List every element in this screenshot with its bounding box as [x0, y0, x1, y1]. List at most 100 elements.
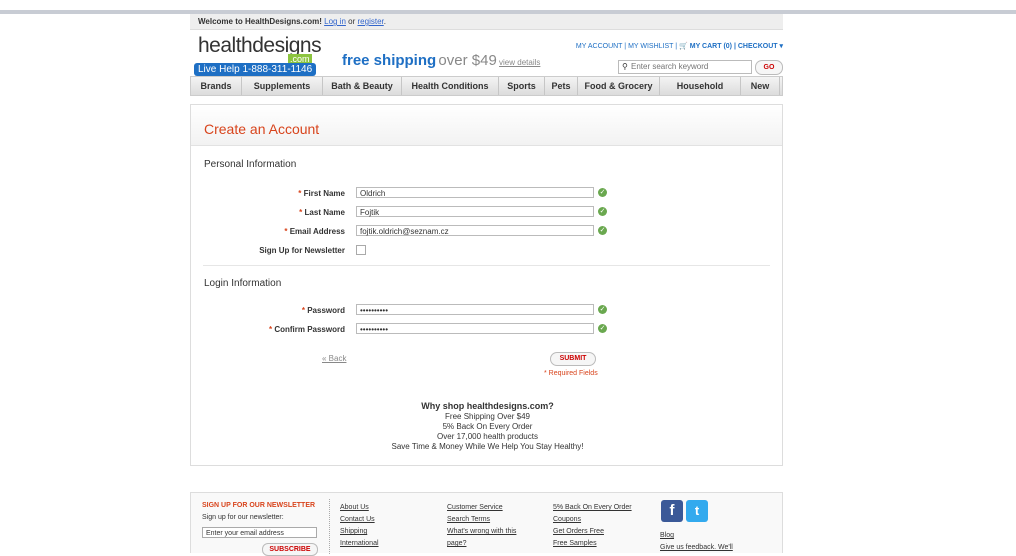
free-shipping-promo: free shipping over $49 view details	[342, 52, 540, 69]
search-input[interactable]	[631, 61, 747, 72]
checkout-link[interactable]: CHECKOUT ▾	[738, 43, 783, 50]
live-help-badge[interactable]: Live Help 1-888-311-1146	[194, 63, 317, 76]
page-title: Create an Account	[204, 121, 320, 137]
footer-link[interactable]: Search Terms	[447, 514, 516, 526]
main-nav: Brands Supplements Bath & Beauty Health …	[190, 76, 783, 96]
first-name-label-text: First Name	[303, 189, 345, 198]
email-field[interactable]: fojtik.oldrich@seznam.cz	[356, 225, 594, 236]
required-marker: *	[298, 189, 302, 198]
view-details-link[interactable]: view details	[499, 58, 540, 67]
footer-link[interactable]: page?	[447, 538, 516, 550]
required-marker: *	[268, 325, 273, 334]
newsletter-label: Sign Up for Newsletter	[259, 246, 345, 255]
nav-household[interactable]: Household	[660, 77, 741, 95]
nav-bath-beauty[interactable]: Bath & Beauty	[323, 77, 402, 95]
required-marker: *	[284, 227, 288, 236]
blog-link[interactable]: Blog	[660, 530, 733, 542]
personal-info-heading: Personal Information	[204, 159, 297, 170]
search-icon: ⚲	[622, 62, 628, 71]
login-info-heading: Login Information	[204, 278, 282, 289]
password-field[interactable]: ••••••••••	[356, 304, 594, 315]
create-account-panel: Create an Account Personal Information *…	[190, 104, 783, 466]
first-name-field[interactable]: Oldrich	[356, 187, 594, 198]
nav-brands[interactable]: Brands	[191, 77, 242, 95]
nav-health-conditions[interactable]: Health Conditions	[402, 77, 499, 95]
required-fields-note: * Required Fields	[544, 370, 598, 377]
divider	[329, 499, 331, 554]
check-icon: ✓	[598, 188, 607, 197]
check-icon: ✓	[598, 207, 607, 216]
search-box: ⚲	[618, 60, 752, 74]
promo-rest: over $49	[438, 52, 497, 69]
why-line: Free Shipping Over $49	[445, 412, 530, 421]
footer-column-1: About Us Contact Us Shipping Internation…	[340, 502, 379, 550]
submit-button[interactable]: SUBMIT	[550, 352, 596, 366]
nav-food-grocery[interactable]: Food & Grocery	[578, 77, 660, 95]
email-label: * Email Address	[195, 227, 345, 236]
footer-link[interactable]: Free Samples	[553, 538, 632, 550]
why-shop-title: Why shop healthdesigns.com?	[421, 401, 554, 411]
subscribe-button[interactable]: SUBSCRIBE	[262, 543, 318, 556]
nav-sports[interactable]: Sports	[499, 77, 545, 95]
confirm-password-label-text: Confirm Password	[274, 325, 345, 334]
footer-link[interactable]: Coupons	[553, 514, 632, 526]
page-wrapper: Welcome to HealthDesigns.com! Log in or …	[190, 14, 783, 556]
footer-link[interactable]: What's wrong with this	[447, 526, 516, 538]
twitter-icon[interactable]: t	[686, 500, 708, 522]
footer-link[interactable]: Contact Us	[340, 514, 379, 526]
divider	[203, 265, 770, 266]
nav-supplements[interactable]: Supplements	[242, 77, 323, 95]
footer: SIGN UP FOR OUR NEWSLETTER Sign up for o…	[190, 492, 783, 556]
header: healthdesigns .com Live Help 1-888-311-1…	[190, 30, 783, 76]
required-marker: *	[301, 306, 305, 315]
email-label-text: Email Address	[289, 227, 345, 236]
go-button[interactable]: GO	[755, 60, 783, 75]
welcome-text: Welcome to HealthDesigns.com!	[198, 17, 322, 26]
footer-link[interactable]: About Us	[340, 502, 379, 514]
separator: |	[624, 43, 627, 50]
why-line: Over 17,000 health products	[437, 432, 538, 441]
first-name-label: * First Name	[195, 189, 345, 198]
welcome-bar: Welcome to HealthDesigns.com! Log in or …	[190, 14, 783, 30]
nav-new[interactable]: New	[741, 77, 780, 95]
why-line: Save Time & Money While We Help You Stay…	[391, 442, 584, 451]
login-link[interactable]: Log in	[324, 17, 346, 26]
separator: |	[733, 43, 736, 50]
or-text: or	[348, 17, 356, 26]
check-icon: ✓	[598, 324, 607, 333]
facebook-icon[interactable]: f	[661, 500, 683, 522]
cart-icon: 🛒	[679, 43, 688, 50]
newsletter-email-input[interactable]: Enter your email address	[202, 527, 317, 538]
account-links: MY ACCOUNT | MY WISHLIST | 🛒 MY CART (0)…	[576, 42, 783, 50]
my-cart-link[interactable]: MY CART (0)	[690, 43, 732, 50]
footer-link[interactable]: International	[340, 538, 379, 550]
footer-link[interactable]: 5% Back On Every Order	[553, 502, 632, 514]
footer-column-3: 5% Back On Every Order Coupons Get Order…	[553, 502, 632, 550]
nav-pets[interactable]: Pets	[545, 77, 578, 95]
footer-link[interactable]: Shipping	[340, 526, 379, 538]
check-icon: ✓	[598, 305, 607, 314]
back-link[interactable]: « Back	[322, 354, 346, 363]
newsletter-title: SIGN UP FOR OUR NEWSLETTER	[202, 502, 316, 509]
last-name-field[interactable]: Fojtik	[356, 206, 594, 217]
footer-link[interactable]: Customer Service	[447, 502, 516, 514]
footer-column-2: Customer Service Search Terms What's wro…	[447, 502, 516, 550]
password-label: * Password	[195, 306, 345, 315]
period: .	[383, 17, 386, 26]
why-line: 5% Back On Every Order	[442, 422, 533, 431]
newsletter-checkbox[interactable]	[356, 245, 366, 255]
feedback-link[interactable]: Give us feedback. We'll	[660, 542, 733, 554]
register-link[interactable]: register	[358, 17, 384, 26]
logo[interactable]: healthdesigns .com Live Help 1-888-311-1…	[194, 34, 322, 76]
footer-right-links: Blog Give us feedback. We'll	[660, 530, 733, 554]
promo-strong: free shipping	[342, 52, 437, 69]
separator: |	[675, 43, 678, 50]
newsletter-subtitle: Sign up for our newsletter:	[202, 514, 284, 521]
required-marker: *	[299, 208, 303, 217]
my-account-link[interactable]: MY ACCOUNT	[576, 43, 622, 50]
last-name-label: * Last Name	[195, 208, 345, 217]
confirm-password-field[interactable]: ••••••••••	[356, 323, 594, 334]
footer-link[interactable]: Get Orders Free	[553, 526, 632, 538]
my-wishlist-link[interactable]: MY WISHLIST	[628, 43, 673, 50]
confirm-password-label: * Confirm Password	[195, 325, 345, 334]
